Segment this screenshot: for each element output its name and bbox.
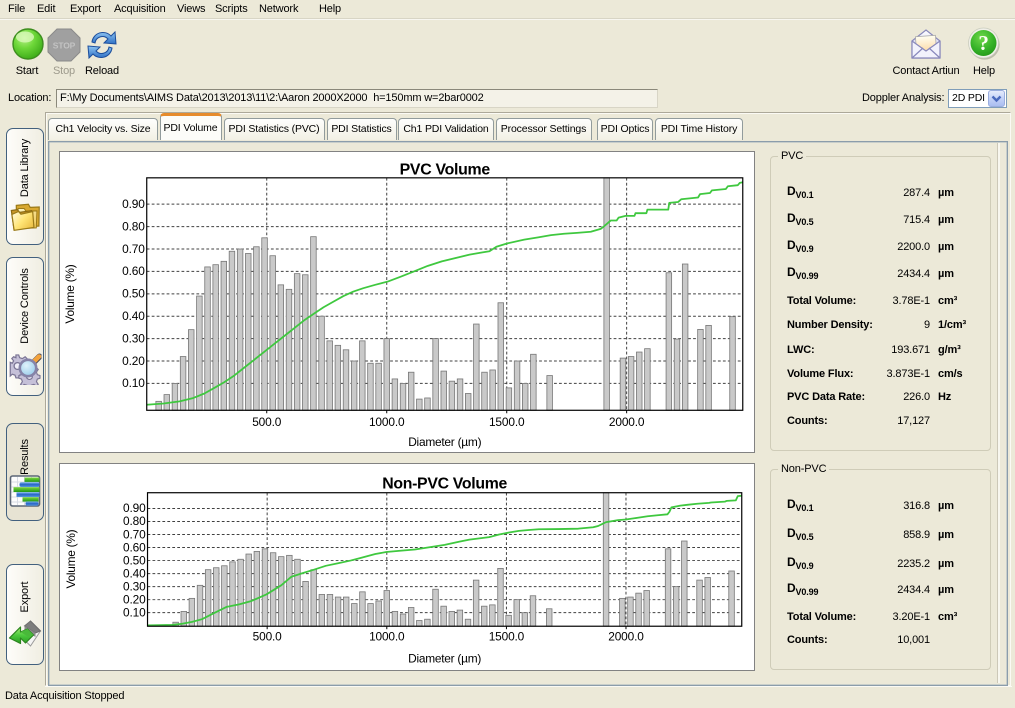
svg-text:0.10: 0.10 — [122, 376, 145, 390]
svg-text:?: ? — [978, 31, 988, 55]
svg-text:2000.0: 2000.0 — [608, 629, 644, 643]
svg-text:500.0: 500.0 — [252, 415, 282, 429]
svg-text:0.40: 0.40 — [122, 309, 145, 323]
svg-text:0.90: 0.90 — [122, 197, 145, 211]
svg-text:Diameter (µm): Diameter (µm) — [408, 652, 481, 666]
svg-text:2000.0: 2000.0 — [609, 415, 645, 429]
svg-text:0.70: 0.70 — [123, 527, 146, 541]
svg-text:0.60: 0.60 — [122, 264, 145, 278]
svg-text:Volume (%): Volume (%) — [64, 529, 78, 588]
svg-text:0.30: 0.30 — [122, 331, 145, 345]
svg-text:0.30: 0.30 — [123, 579, 146, 593]
svg-text:0.40: 0.40 — [123, 566, 146, 580]
svg-text:0.50: 0.50 — [123, 553, 146, 567]
svg-text:Diameter (µm): Diameter (µm) — [408, 435, 481, 449]
svg-text:0.10: 0.10 — [123, 605, 146, 619]
svg-text:1500.0: 1500.0 — [489, 629, 525, 643]
svg-text:Volume (%): Volume (%) — [63, 264, 77, 323]
svg-text:0.20: 0.20 — [123, 592, 146, 606]
svg-text:PVC Volume: PVC Volume — [400, 161, 491, 178]
svg-text:0.80: 0.80 — [123, 514, 146, 528]
svg-text:0.50: 0.50 — [122, 287, 145, 301]
svg-text:0.20: 0.20 — [122, 354, 145, 368]
svg-text:0.70: 0.70 — [122, 242, 145, 256]
svg-text:STOP: STOP — [53, 41, 76, 51]
svg-text:1500.0: 1500.0 — [489, 415, 525, 429]
svg-text:1000.0: 1000.0 — [369, 415, 405, 429]
svg-text:1000.0: 1000.0 — [369, 629, 405, 643]
svg-text:0.60: 0.60 — [123, 540, 146, 554]
svg-text:500.0: 500.0 — [253, 629, 283, 643]
svg-text:Non-PVC Volume: Non-PVC Volume — [382, 475, 507, 492]
svg-text:0.90: 0.90 — [123, 501, 146, 515]
svg-text:0.80: 0.80 — [122, 219, 145, 233]
